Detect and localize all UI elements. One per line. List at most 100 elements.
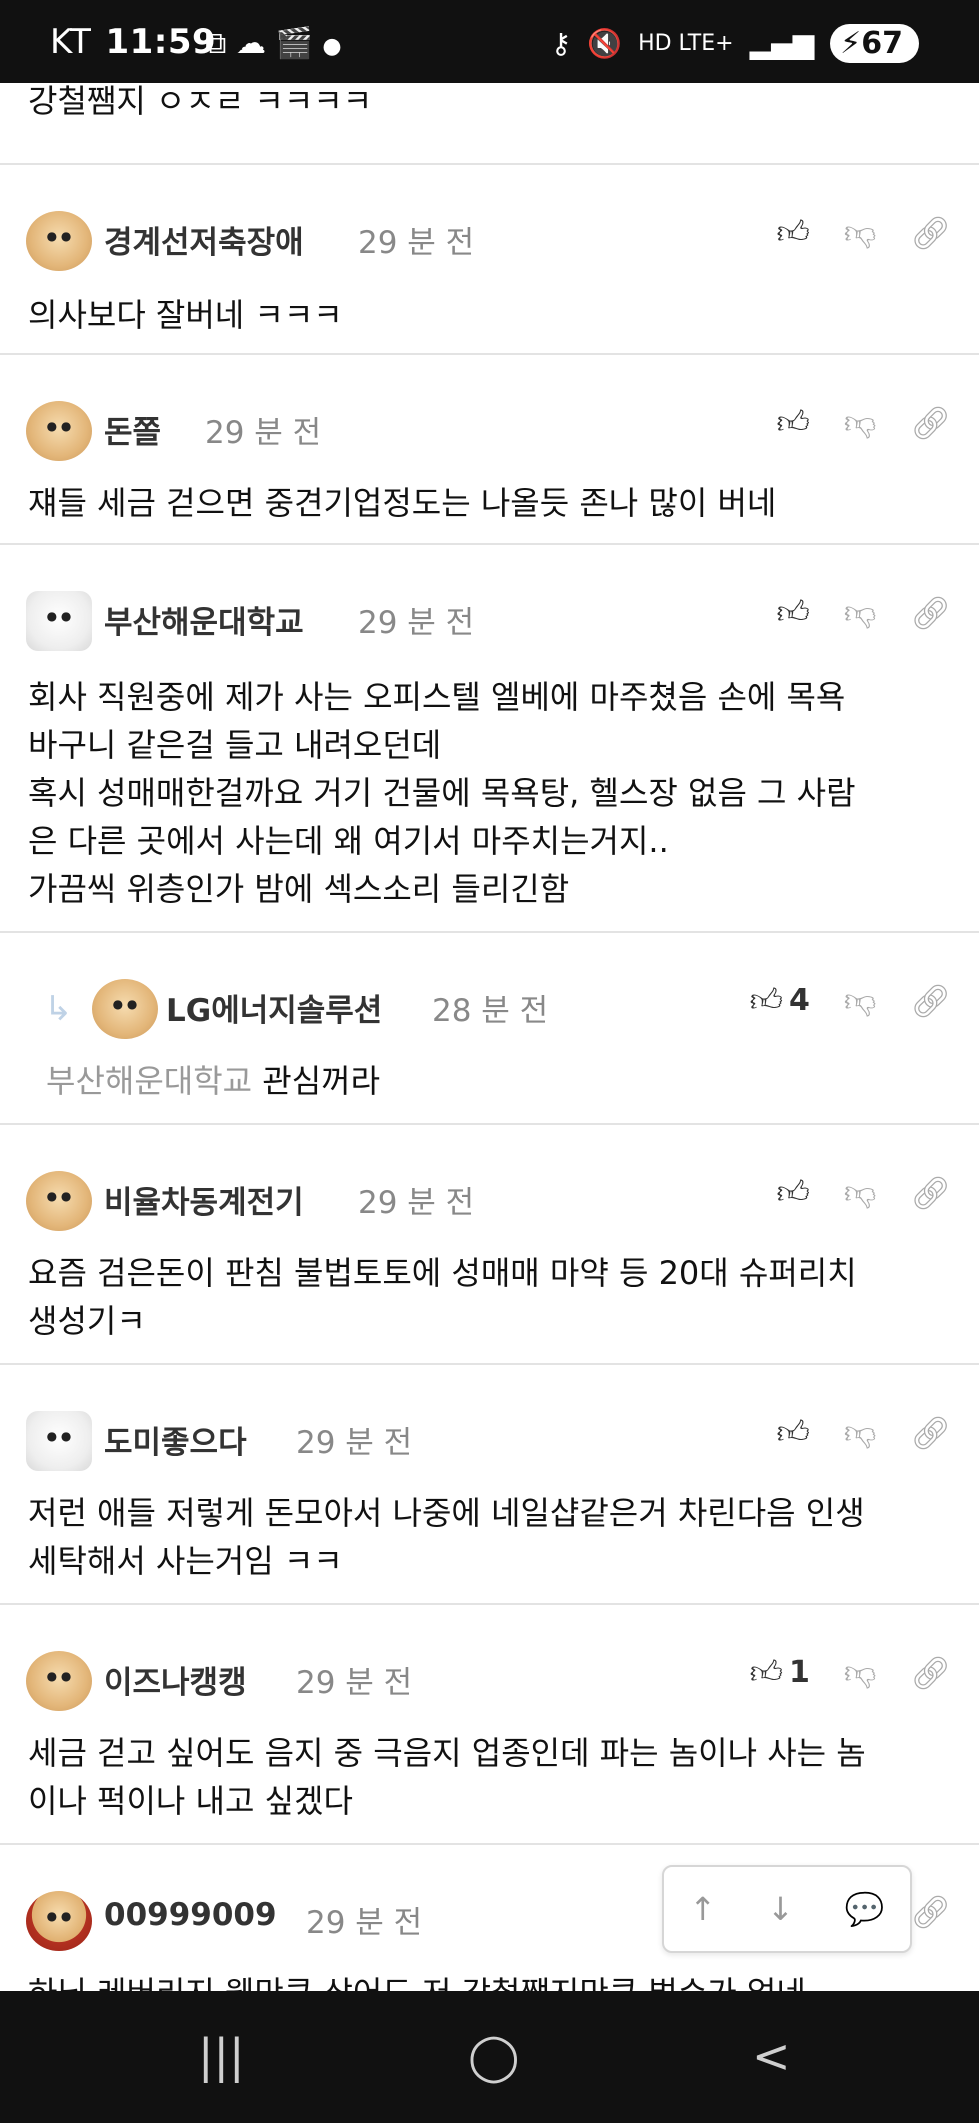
like-button[interactable]: 👍︎ 4 (750, 981, 810, 1020)
comment-nickname[interactable]: 부산해운대학교 (104, 597, 304, 642)
comment-text: 세금 걷고 싶어도 음지 중 극음지 업종인데 파는 놈이나 사는 놈 이나 퍽… (28, 1734, 866, 1820)
comment-nickname[interactable]: 경계선저축장애 (104, 217, 304, 262)
carrier-label: KT (50, 22, 92, 62)
comment-nickname[interactable]: 이즈나캥캥 (104, 1657, 247, 1702)
reply-body: 관심꺼라 (262, 1062, 381, 1100)
avatar[interactable]: ● ● (26, 591, 92, 651)
thumbs-up-icon: 👍︎ (749, 981, 784, 1019)
comment-item: ● ● 도미좋으다 29 분 전 👍︎ 👎︎ 🔗︎ 저런 애들 저렇게 돈모아서… (0, 1363, 979, 1605)
link-button[interactable]: 🔗︎ (910, 982, 951, 1020)
comment-text: 의사보다 잘버네 ㅋㅋㅋ (28, 296, 343, 334)
dislike-button[interactable]: 👎︎ (844, 213, 876, 252)
comment-item: ● ● 경계선저축장애 29 분 전 👍︎ 👎︎ 🔗︎ 의사보다 잘버네 ㅋㅋㅋ (0, 163, 979, 355)
thumbs-up-icon: 👍︎ (776, 1413, 810, 1451)
dislike-button[interactable]: 👎︎ (844, 403, 876, 442)
signal-icon: ▂▄▆ (749, 27, 815, 60)
recent-apps-button[interactable]: ||| (198, 2029, 245, 2083)
like-count: 1 (789, 1655, 810, 1690)
thumbs-up-icon: 👍︎ (749, 1653, 784, 1691)
like-button[interactable]: 👍︎ (776, 403, 809, 442)
dot-icon: ● (322, 34, 342, 59)
link-button[interactable]: 🔗︎ (910, 594, 951, 632)
comment-item: ● ● 이즈나캥캥 29 분 전 👍︎ 1 👎︎ 🔗︎ 세금 걷고 싶어도 음지 … (0, 1603, 979, 1845)
avatar[interactable]: ● ● (26, 401, 92, 461)
thumbs-down-icon: 👎︎ (843, 1413, 877, 1451)
link-button[interactable]: 🔗︎ (910, 1414, 951, 1452)
cloud-icon: ☁ (235, 26, 266, 61)
like-button[interactable]: 👍︎ (776, 1173, 809, 1212)
scroll-up-button[interactable]: ↑ (689, 1890, 716, 1928)
like-count: 4 (789, 983, 810, 1018)
link-icon: 🔗︎ (910, 1413, 951, 1452)
comment-nickname[interactable]: 돈쫄 (104, 407, 161, 452)
thumbs-up-icon: 👍︎ (776, 213, 810, 251)
comment-list: 강철쨈지 ㅇㅈㄹ ㅋㅋㅋㅋ ● ● 경계선저축장애 29 분 전 👍︎ 👎︎ 🔗… (0, 83, 979, 1991)
mute-icon: 🔇 (587, 27, 623, 60)
reply-arrow-icon: ↳ (44, 989, 73, 1029)
status-bar: KT 11:59 ⧉ ☁ 🎬 ● ⚷ 🔇 HD LTE+ ▂▄▆ ⚡67 (0, 0, 979, 83)
comment-item: ● ● 비율차동계전기 29 분 전 👍︎ 👎︎ 🔗︎ 요즘 검은돈이 판침 불… (0, 1123, 979, 1365)
link-icon: 🔗︎ (910, 403, 951, 442)
comment-time: 29 분 전 (358, 225, 475, 261)
like-button[interactable]: 👍︎ (776, 213, 809, 252)
avatar[interactable]: ● ● (26, 1171, 92, 1231)
dislike-button[interactable]: 👎︎ (844, 1653, 876, 1692)
mention-tag[interactable]: 부산해운대학교 (46, 1062, 252, 1100)
like-button[interactable]: 👍︎ (776, 593, 809, 632)
link-button[interactable]: 🔗︎ (910, 214, 951, 252)
home-button[interactable]: ◯ (468, 2029, 519, 2083)
comment-time: 29 분 전 (205, 415, 322, 451)
link-button[interactable]: 🔗︎ (910, 1893, 951, 1931)
comment-nickname[interactable]: 도미좋으다 (104, 1417, 247, 1462)
system-nav-bar: ||| ◯ < (0, 1991, 979, 2123)
clapper-icon: 🎬 (275, 26, 313, 61)
floating-scroll-nav: ↑ ↓ 💬 (662, 1865, 912, 1953)
comment-nickname[interactable]: 00999009 (104, 1897, 277, 1933)
notification-icons: ⧉ ☁ 🎬 ● (205, 26, 342, 61)
dislike-button[interactable]: 👎︎ (844, 1173, 876, 1212)
link-icon: 🔗︎ (910, 1893, 951, 1931)
thumbs-up-icon: 👍︎ (776, 1173, 810, 1211)
link-icon: 🔗︎ (910, 981, 951, 1020)
comment-text: 회사 직원중에 제가 사는 오피스텔 엘베에 마주쳤음 손에 목욕 바구니 같은… (28, 678, 856, 908)
link-button[interactable]: 🔗︎ (910, 1654, 951, 1692)
link-icon: 🔗︎ (910, 213, 951, 252)
link-icon: 🔗︎ (910, 593, 951, 632)
like-button[interactable]: 👍︎ 1 (750, 1653, 810, 1692)
link-button[interactable]: 🔗︎ (910, 1174, 951, 1212)
comment-time: 29 분 전 (296, 1665, 413, 1701)
thumbs-up-icon: 👍︎ (776, 593, 810, 631)
dislike-button[interactable]: 👎︎ (844, 1413, 876, 1452)
comment-button[interactable]: 💬 (845, 1890, 885, 1928)
key-icon: ⚷ (550, 27, 572, 60)
avatar[interactable]: ● ● (92, 979, 158, 1039)
comment-text: 부산해운대학교 관심꺼라 (46, 1057, 951, 1105)
clock: 11:59 (105, 22, 217, 62)
avatar[interactable]: ● ● (26, 1651, 92, 1711)
link-button[interactable]: 🔗︎ (910, 404, 951, 442)
thumbs-down-icon: 👎︎ (843, 1653, 877, 1691)
comment-time: 29 분 전 (296, 1425, 413, 1461)
comment-item: ● ● 부산해운대학교 29 분 전 👍︎ 👎︎ 🔗︎ 회사 직원중에 제가 사… (0, 543, 979, 933)
avatar[interactable]: ● ● (26, 211, 92, 271)
like-button[interactable]: 👍︎ (776, 1413, 809, 1452)
reply-item: ↳ ● ● LG에너지솔루션 28 분 전 👍︎ 4 👎︎ 🔗︎ 부산해운대학교 … (0, 931, 979, 1125)
dislike-button[interactable]: 👎︎ (844, 593, 876, 632)
comment-time: 28 분 전 (432, 993, 549, 1029)
dislike-button[interactable]: 👎︎ (844, 981, 876, 1020)
comment-text: 저런 애들 저렇게 돈모아서 나중에 네일샵같은거 차린다음 인생 세탁해서 사… (28, 1494, 865, 1580)
battery-level: 67 (861, 26, 903, 61)
thumbs-down-icon: 👎︎ (843, 403, 877, 441)
network-indicators: HD LTE+ (638, 31, 734, 56)
comment-text: 하닉 레버리지 웬만큼 샀어도 저 강철쨈지만큼 벌수가 없네 (28, 1969, 951, 1991)
comment-nickname[interactable]: LG에너지솔루션 (166, 985, 382, 1030)
scroll-down-button[interactable]: ↓ (767, 1890, 794, 1928)
comment-text: 쟤들 세금 걷으면 중견기업정도는 나올듯 존나 많이 버네 (28, 484, 777, 522)
avatar[interactable]: ● ● (26, 1891, 92, 1951)
avatar[interactable]: ● ● (26, 1411, 92, 1471)
thumbs-down-icon: 👎︎ (843, 213, 877, 251)
status-left: KT 11:59 (50, 22, 216, 62)
back-button[interactable]: < (752, 2029, 791, 2083)
comment-nickname[interactable]: 비율차동계전기 (104, 1177, 304, 1222)
comment-time: 29 분 전 (358, 605, 475, 641)
